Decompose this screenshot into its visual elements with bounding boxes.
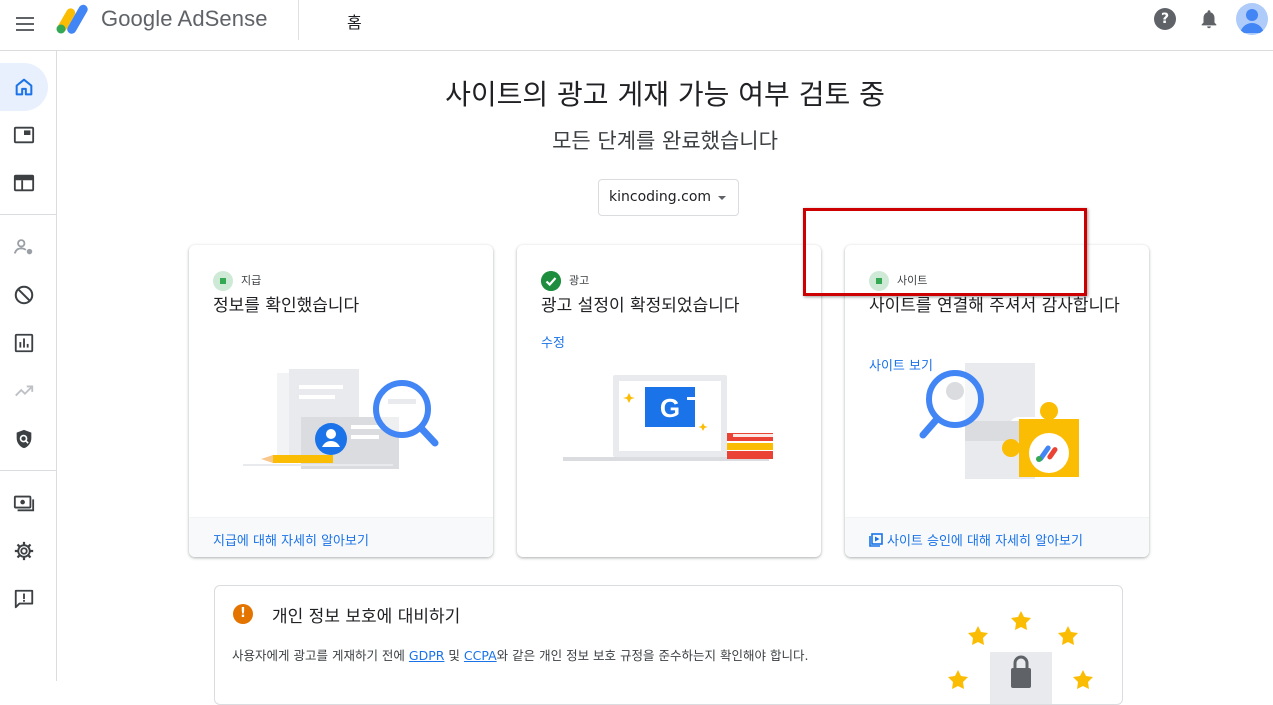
card-heading: 광고 설정이 확정되었습니다	[541, 296, 740, 316]
nav-settings[interactable]	[0, 527, 48, 575]
card-tag-label: 사이트	[897, 274, 928, 287]
in-progress-status-icon	[213, 271, 233, 291]
payments-step-card: 지급 정보를 확인했습니다 지급에 대해 자세히 알아보기	[189, 245, 493, 557]
help-icon[interactable]: ?	[1154, 8, 1176, 30]
in-progress-status-icon	[869, 271, 889, 291]
notifications-bell-icon[interactable]	[1198, 8, 1220, 30]
site-connect-illustration	[919, 363, 1079, 479]
card-tag: 광고	[541, 271, 589, 291]
edit-link[interactable]: 수정	[541, 332, 565, 351]
video-library-icon	[869, 533, 883, 547]
site-step-card: 사이트 사이트를 연결해 주셔서 감사합니다 사이트 보기 사이트 승인에 대해…	[845, 245, 1149, 557]
ads-step-card: 광고 광고 설정이 확정되었습니다 수정 G	[517, 245, 821, 557]
nav-feedback[interactable]	[0, 575, 48, 623]
nav-layout[interactable]	[0, 159, 48, 207]
page-title: 홈	[347, 13, 362, 32]
user-access-icon	[13, 239, 33, 255]
privacy-body-text: 사용자에게 광고를 게재하기 전에	[232, 648, 409, 663]
sidebar-divider	[0, 470, 57, 471]
trend-icon	[15, 385, 34, 397]
reports-icon	[14, 333, 34, 353]
account-avatar[interactable]	[1236, 3, 1268, 35]
privacy-readiness-card: ! 개인 정보 보호에 대비하기 사용자에게 광고를 게재하기 전에 GDPR …	[214, 585, 1123, 705]
privacy-card-title: 개인 정보 보호에 대비하기	[272, 607, 461, 627]
nav-reports[interactable]	[0, 319, 48, 367]
card-tag: 지급	[213, 271, 261, 291]
nav-user-access[interactable]	[0, 223, 48, 271]
nav-home[interactable]	[0, 63, 48, 111]
nav-policy-center[interactable]	[0, 415, 48, 463]
nav-optimization[interactable]	[0, 367, 48, 415]
nav-payments[interactable]	[0, 479, 48, 527]
payments-icon	[13, 495, 35, 512]
site-selector-dropdown[interactable]: kincoding.com	[598, 179, 739, 216]
nav-ads[interactable]	[0, 111, 48, 159]
site-approval-learn-more-link[interactable]: 사이트 승인에 대해 자세히 알아보기	[845, 517, 1149, 557]
card-tag-label: 지급	[241, 274, 262, 287]
google-g-icon: G	[660, 393, 680, 423]
privacy-lock-illustration	[948, 611, 1093, 704]
nav-blocking[interactable]	[0, 271, 48, 319]
settings-icon	[14, 541, 34, 561]
gdpr-link[interactable]: GDPR	[409, 648, 445, 663]
page-heading: 사이트의 광고 게재 가능 여부 검토 중	[445, 78, 885, 111]
page-subheading: 모든 단계를 완료했습니다	[552, 129, 778, 153]
block-icon	[14, 285, 34, 305]
privacy-card-body: 사용자에게 광고를 게재하기 전에 GDPR 및 CCPA와 같은 개인 정보 …	[232, 645, 808, 664]
site-selector-value: kincoding.com	[609, 189, 712, 205]
brand-divider	[298, 0, 299, 40]
home-icon	[15, 78, 33, 96]
card-heading: 정보를 확인했습니다	[213, 296, 360, 316]
completed-check-icon	[541, 271, 561, 291]
ccpa-link[interactable]: CCPA	[464, 648, 497, 663]
caret-down-icon	[718, 196, 726, 200]
card-tag: 사이트	[869, 271, 927, 291]
main-content: 사이트의 광고 게재 가능 여부 검토 중 모든 단계를 완료했습니다 kinc…	[57, 51, 1273, 705]
main-menu-icon[interactable]	[14, 12, 38, 36]
brand-name: Google AdSense	[101, 6, 268, 31]
privacy-body-text: 와 같은 개인 정보 보호 규정을 준수하는지 확인해야 합니다.	[496, 648, 809, 663]
top-app-bar: Google AdSense 홈 ?	[0, 0, 1273, 51]
card-heading: 사이트를 연결해 주셔서 감사합니다	[869, 296, 1120, 316]
layout-icon	[13, 174, 35, 192]
sidebar-divider	[0, 214, 57, 215]
ad-settings-illustration: G	[563, 375, 773, 461]
site-approval-learn-more-label: 사이트 승인에 대해 자세히 알아보기	[887, 534, 1083, 549]
payments-illustration	[243, 369, 439, 469]
policy-shield-icon	[16, 429, 32, 449]
ad-units-icon	[13, 126, 35, 144]
side-navigation	[0, 51, 57, 681]
privacy-body-text: 및	[444, 648, 464, 663]
card-tag-label: 광고	[569, 274, 590, 287]
adsense-logo-icon	[56, 4, 88, 34]
warning-icon: !	[233, 604, 253, 624]
feedback-icon	[14, 589, 34, 609]
payments-learn-more-link[interactable]: 지급에 대해 자세히 알아보기	[189, 517, 493, 557]
person-icon	[1240, 9, 1264, 33]
